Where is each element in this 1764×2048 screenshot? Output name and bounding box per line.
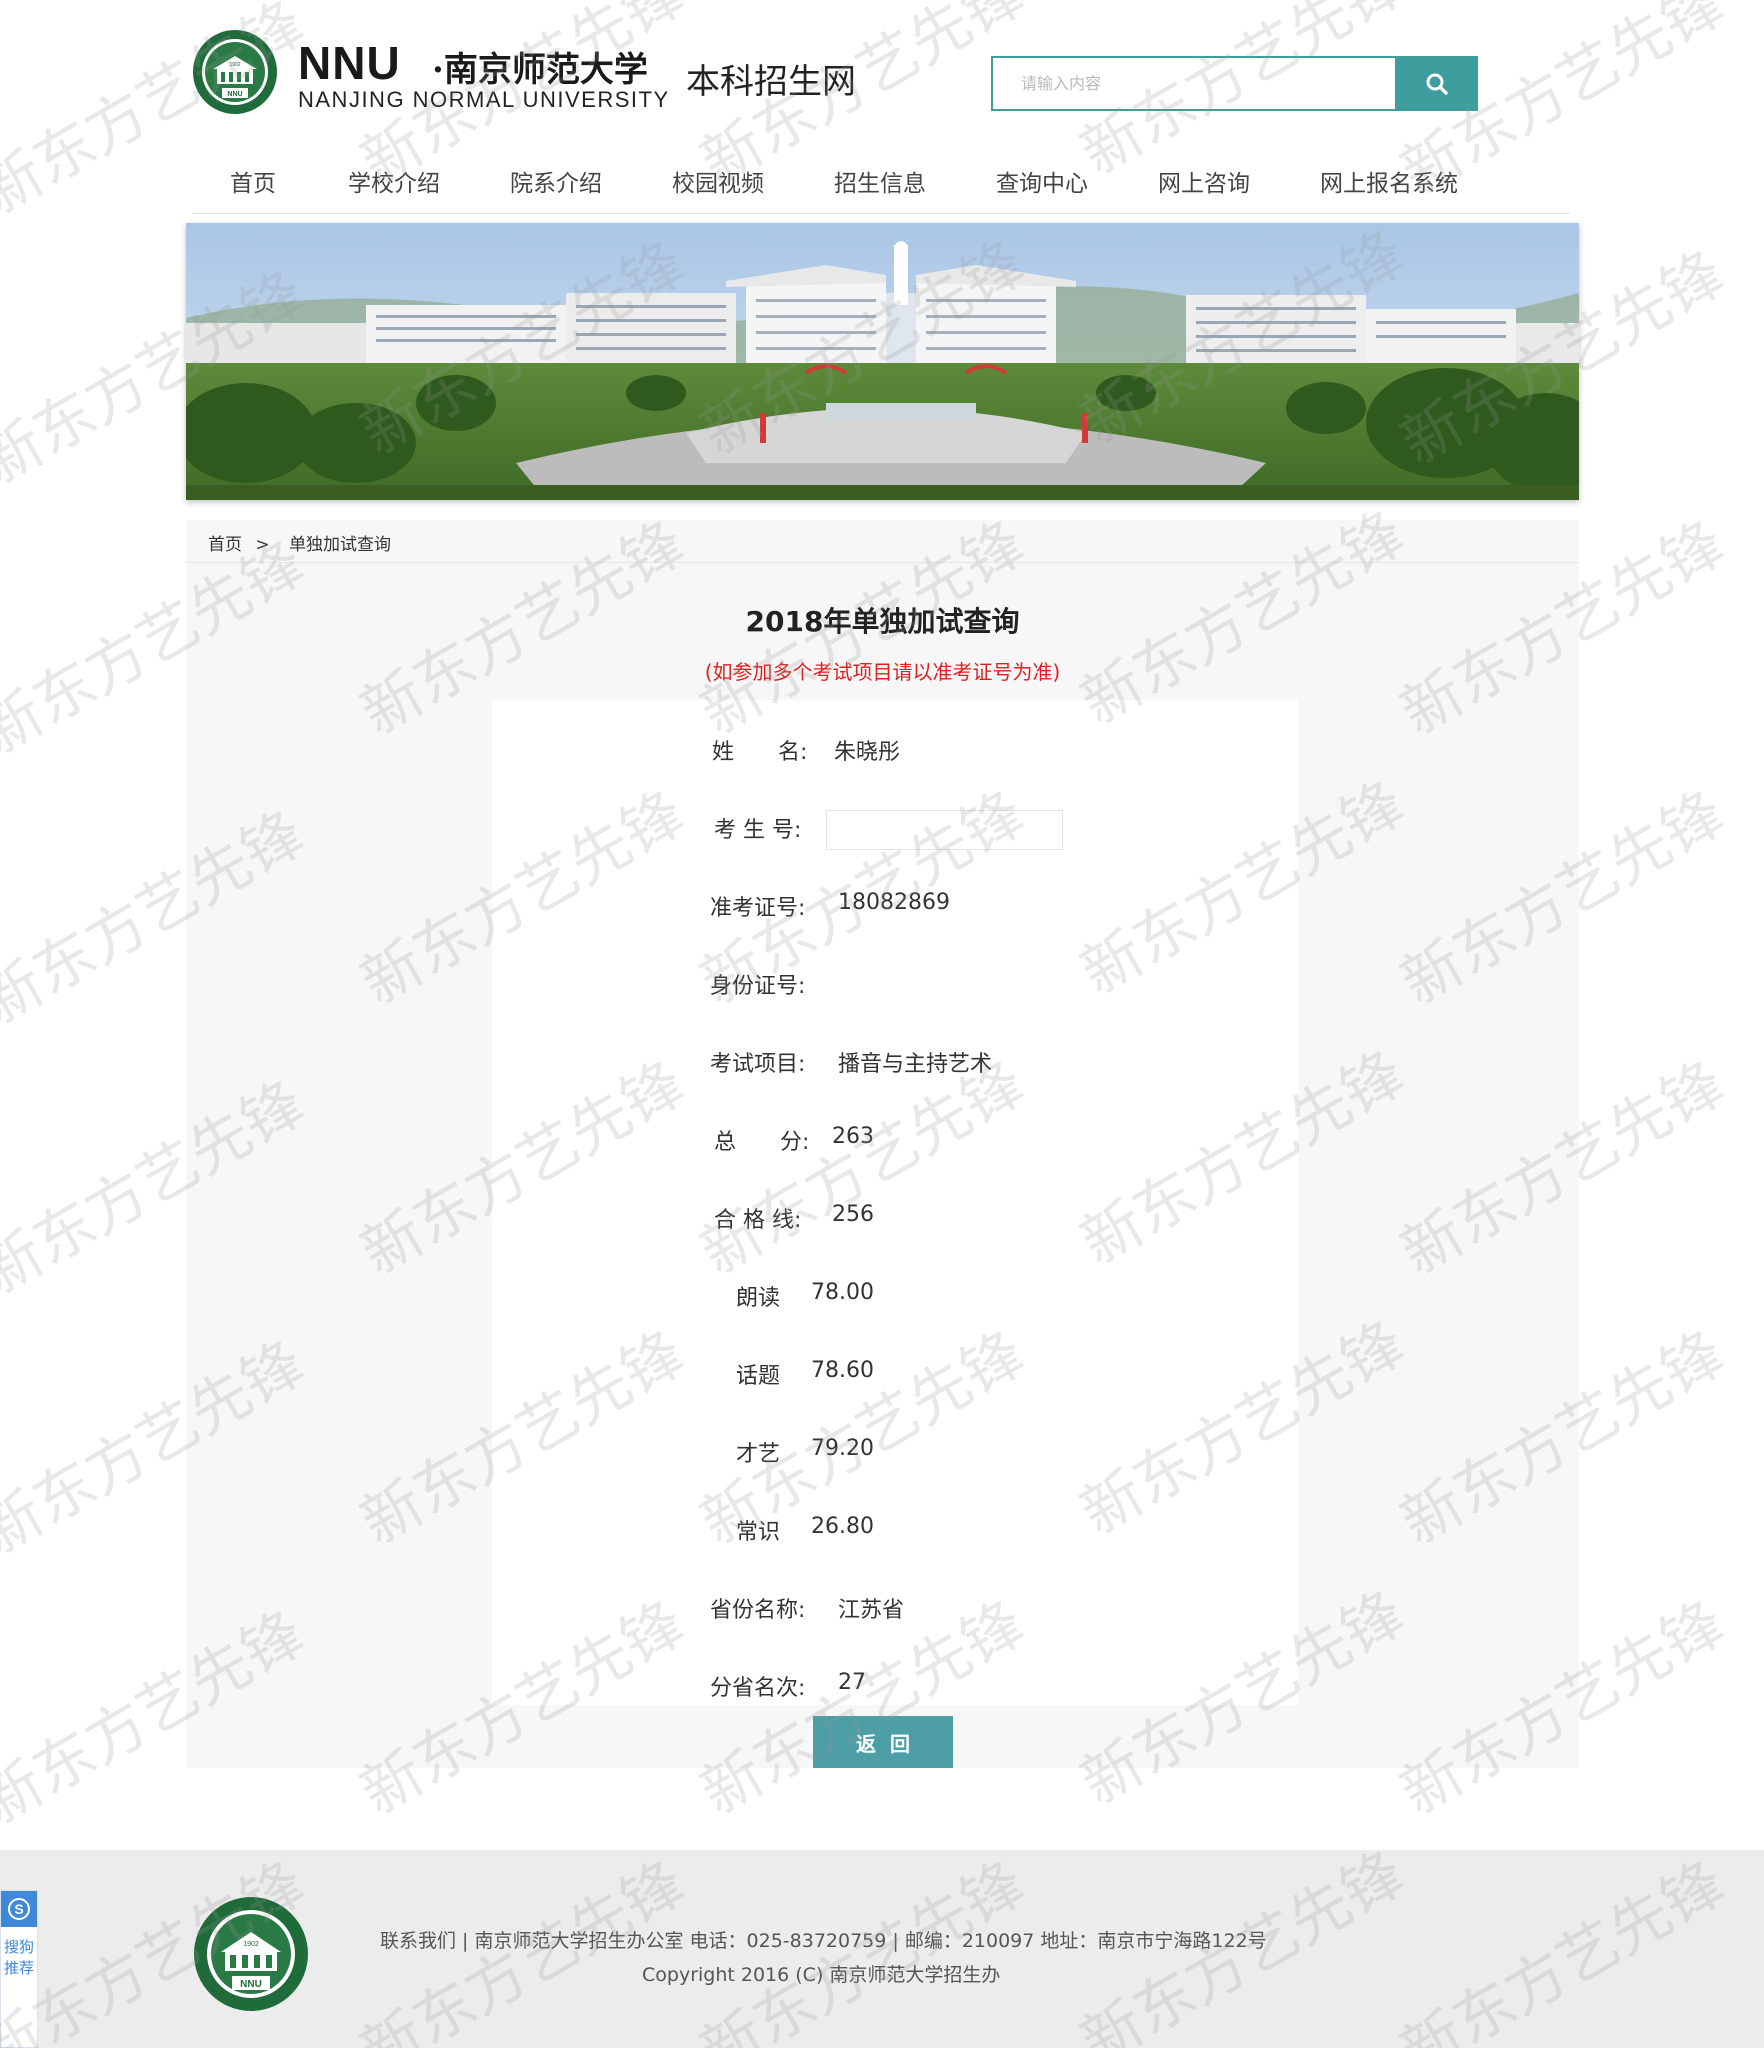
result-value: 263	[832, 1124, 874, 1149]
university-seal-logo[interactable]: NNU 1902	[192, 28, 278, 116]
footer-contact-info: 联系我们 | 南京师范大学招生办公室 电话：025-83720759 | 邮编：…	[380, 1930, 1267, 1952]
footer-seal-logo: NNU 1902	[194, 1897, 308, 2011]
nav-item-online-consult[interactable]: 网上咨询	[1158, 164, 1250, 198]
nav-item-school-intro[interactable]: 学校介绍	[348, 164, 440, 198]
result-value: 256	[832, 1202, 874, 1227]
result-value: 78.60	[811, 1358, 874, 1383]
nav-item-query-center[interactable]: 查询中心	[996, 164, 1088, 198]
brand-chinese-name: ·南京师范大学	[432, 50, 648, 90]
brand-nnu: NNU	[298, 37, 401, 89]
sogou-recommend-tab[interactable]: S 搜狗推荐	[0, 1890, 38, 2048]
result-label: 姓 名:	[712, 740, 808, 765]
campus-banner-image	[186, 223, 1579, 500]
footer-seal-text: NNU	[240, 1979, 262, 1990]
result-label: 准考证号:	[710, 896, 806, 921]
back-button[interactable]: 返回	[813, 1716, 953, 1768]
page-title: 2018年单独加试查询	[745, 605, 1020, 638]
result-label: 分省名次:	[710, 1676, 806, 1701]
svg-text:S: S	[14, 1901, 23, 1917]
result-label: 话题	[736, 1364, 781, 1389]
site-subtitle: 本科招生网	[686, 62, 856, 102]
result-value: 78.00	[811, 1280, 874, 1305]
result-value: 79.20	[811, 1436, 874, 1461]
nav-item-online-registration[interactable]: 网上报名系统	[1320, 164, 1458, 198]
result-value: 18082869	[838, 890, 950, 915]
search-box	[991, 56, 1395, 111]
breadcrumb-current: 单独加试查询	[289, 535, 392, 555]
query-note: (如参加多个考试项目请以准考证号为准)	[704, 660, 1061, 684]
result-card	[492, 700, 1298, 1705]
breadcrumb-separator: >	[255, 535, 270, 555]
result-label: 考 生 号:	[714, 818, 802, 843]
result-label: 省份名称:	[710, 1598, 806, 1623]
search-icon	[1426, 73, 1448, 95]
result-label: 总 分:	[714, 1130, 810, 1155]
result-label: 身份证号:	[710, 974, 806, 999]
nav-item-admission-info[interactable]: 招生信息	[834, 164, 926, 198]
nav-item-campus-video[interactable]: 校园视频	[672, 164, 764, 198]
footer-copyright: Copyright 2016 (C) 南京师范大学招生办	[642, 1964, 1001, 1986]
result-value: 朱晓彤	[834, 740, 901, 765]
site-header: NNU 1902 NNU ·南京师范大学 NANJING NORMAL UNIV…	[0, 0, 1764, 140]
search-button[interactable]	[1395, 56, 1478, 111]
result-value: 27	[838, 1670, 866, 1695]
result-label: 常识	[736, 1520, 781, 1545]
page: NNU 1902 NNU ·南京师范大学 NANJING NORMAL UNIV…	[0, 0, 1764, 2048]
result-label: 才艺	[736, 1442, 781, 1467]
site-footer: NNU 1902 联系我们 | 南京师范大学招生办公室 电话：025-83720…	[0, 1850, 1764, 2048]
sogou-recommend-label: 搜狗推荐	[3, 1938, 34, 1977]
result-label: 朗读	[736, 1286, 781, 1311]
seal-year: 1902	[229, 62, 240, 68]
seal-text: NNU	[227, 91, 242, 98]
result-value: 26.80	[811, 1514, 874, 1539]
footer-seal-year: 1902	[243, 1941, 259, 1948]
nav-item-departments[interactable]: 院系介绍	[510, 164, 602, 198]
nav-item-home[interactable]: 首页	[230, 164, 276, 198]
breadcrumb-home-link[interactable]: 首页	[208, 535, 242, 555]
result-value: 江苏省	[838, 1598, 905, 1623]
breadcrumb: 首页 > 单独加试查询	[208, 530, 391, 555]
search-input[interactable]	[993, 58, 1395, 109]
breadcrumb-divider	[186, 562, 1579, 563]
content-panel: 首页 > 单独加试查询 2018年单独加试查询 (如参加多个考试项目请以准考证号…	[186, 520, 1579, 1768]
result-label: 合 格 线:	[714, 1208, 802, 1233]
result-value: 播音与主持艺术	[838, 1052, 993, 1077]
result-label: 考试项目:	[710, 1052, 806, 1077]
sogou-icon: S	[1, 1891, 37, 1927]
brand-english-name: NANJING NORMAL UNIVERSITY	[298, 87, 670, 112]
candidate-no-field[interactable]	[826, 810, 1063, 850]
main-nav: 首页 学校介绍 院系介绍 校园视频 招生信息 查询中心 网上咨询 网上报名系统	[192, 150, 1570, 214]
